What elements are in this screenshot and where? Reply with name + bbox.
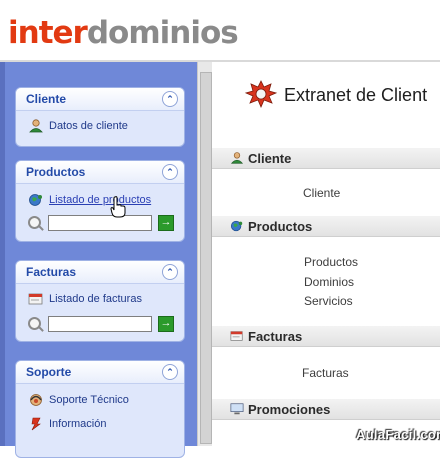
sidebar-item-datos-cliente[interactable]: Datos de cliente bbox=[28, 119, 128, 133]
panel-facturas-header: Facturas ⌃ bbox=[16, 261, 184, 284]
panel-productos: Productos ⌃ Listado de productos → bbox=[15, 160, 185, 242]
section-facturas: Facturas bbox=[212, 326, 440, 347]
panel-cliente-header: Cliente ⌃ bbox=[16, 88, 184, 111]
productos-search-row: → bbox=[28, 215, 180, 231]
section-promociones: Promociones bbox=[212, 399, 440, 420]
page-title: Extranet de Client bbox=[284, 85, 428, 105]
monitor-icon bbox=[230, 403, 244, 415]
main-content: Extranet de Client Cliente Cliente Produ… bbox=[212, 62, 440, 446]
logo-part-inter: inter bbox=[8, 15, 88, 51]
panel-facturas-title: Facturas bbox=[26, 265, 77, 279]
sidebar-item-label: Soporte Técnico bbox=[49, 394, 129, 406]
link-servicios[interactable]: Servicios bbox=[304, 294, 353, 308]
search-icon bbox=[28, 216, 41, 229]
globe-icon bbox=[28, 193, 44, 207]
panel-productos-title: Productos bbox=[26, 165, 86, 179]
facturas-search-input[interactable] bbox=[48, 316, 152, 332]
info-icon bbox=[28, 417, 44, 431]
productos-go-button[interactable]: → bbox=[158, 215, 174, 231]
panel-soporte-title: Soporte bbox=[26, 365, 72, 379]
sidebar-scrollbar[interactable] bbox=[197, 62, 212, 446]
scrollbar-thumb[interactable] bbox=[200, 72, 212, 444]
section-cliente: Cliente bbox=[212, 148, 440, 169]
facturas-go-button[interactable]: → bbox=[158, 316, 174, 332]
sidebar-item-label: Listado de productos bbox=[49, 194, 152, 206]
sidebar-item-soporte-tecnico[interactable]: Soporte Técnico bbox=[28, 393, 129, 407]
productos-search-input[interactable] bbox=[48, 215, 152, 231]
interdominios-logo[interactable]: interdominios bbox=[8, 14, 239, 52]
search-icon bbox=[28, 317, 41, 330]
panel-soporte-header: Soporte ⌃ bbox=[16, 361, 184, 384]
section-productos: Productos bbox=[212, 216, 440, 237]
invoice-icon bbox=[230, 331, 243, 341]
sidebar-item-listado-productos[interactable]: Listado de productos bbox=[28, 193, 151, 207]
sidebar-edge bbox=[0, 62, 5, 446]
aulafacil-watermark: AulaFacil.com bbox=[356, 427, 440, 442]
user-icon bbox=[28, 119, 44, 133]
invoice-icon bbox=[28, 292, 44, 306]
section-facturas-title: Facturas bbox=[248, 329, 303, 344]
panel-cliente-title: Cliente bbox=[26, 92, 67, 106]
sidebar-item-label: Datos de cliente bbox=[49, 120, 128, 132]
hand-cursor-icon bbox=[110, 196, 126, 218]
collapse-facturas-button[interactable]: ⌃ bbox=[162, 264, 178, 280]
globe-icon bbox=[230, 220, 243, 232]
panel-productos-header: Productos ⌃ bbox=[16, 161, 184, 184]
section-cliente-title: Cliente bbox=[248, 151, 292, 166]
collapse-cliente-button[interactable]: ⌃ bbox=[162, 91, 178, 107]
link-cliente[interactable]: Cliente bbox=[303, 186, 340, 200]
logo-part-dominios: dominios bbox=[86, 15, 239, 51]
section-productos-title: Productos bbox=[248, 219, 313, 234]
collapse-productos-button[interactable]: ⌃ bbox=[162, 164, 178, 180]
extranet-logo-icon bbox=[244, 80, 278, 109]
support-icon bbox=[28, 393, 44, 407]
collapse-soporte-button[interactable]: ⌃ bbox=[162, 364, 178, 380]
panel-soporte: Soporte ⌃ Soporte Técnico Información bbox=[15, 360, 185, 458]
panel-facturas: Facturas ⌃ Listado de facturas → bbox=[15, 260, 185, 342]
sidebar-item-label: Listado de facturas bbox=[49, 293, 142, 305]
facturas-search-row: → bbox=[28, 316, 180, 332]
link-facturas[interactable]: Facturas bbox=[302, 366, 349, 380]
panel-cliente: Cliente ⌃ Datos de cliente bbox=[15, 87, 185, 147]
sidebar-item-label: Información bbox=[49, 418, 107, 430]
link-dominios[interactable]: Dominios bbox=[304, 275, 354, 289]
header: interdominios bbox=[0, 0, 440, 62]
user-icon bbox=[230, 152, 244, 164]
link-productos[interactable]: Productos bbox=[304, 255, 358, 269]
sidebar-item-listado-facturas[interactable]: Listado de facturas bbox=[28, 292, 142, 306]
section-promociones-title: Promociones bbox=[248, 402, 331, 417]
sidebar-item-informacion[interactable]: Información bbox=[28, 417, 106, 431]
